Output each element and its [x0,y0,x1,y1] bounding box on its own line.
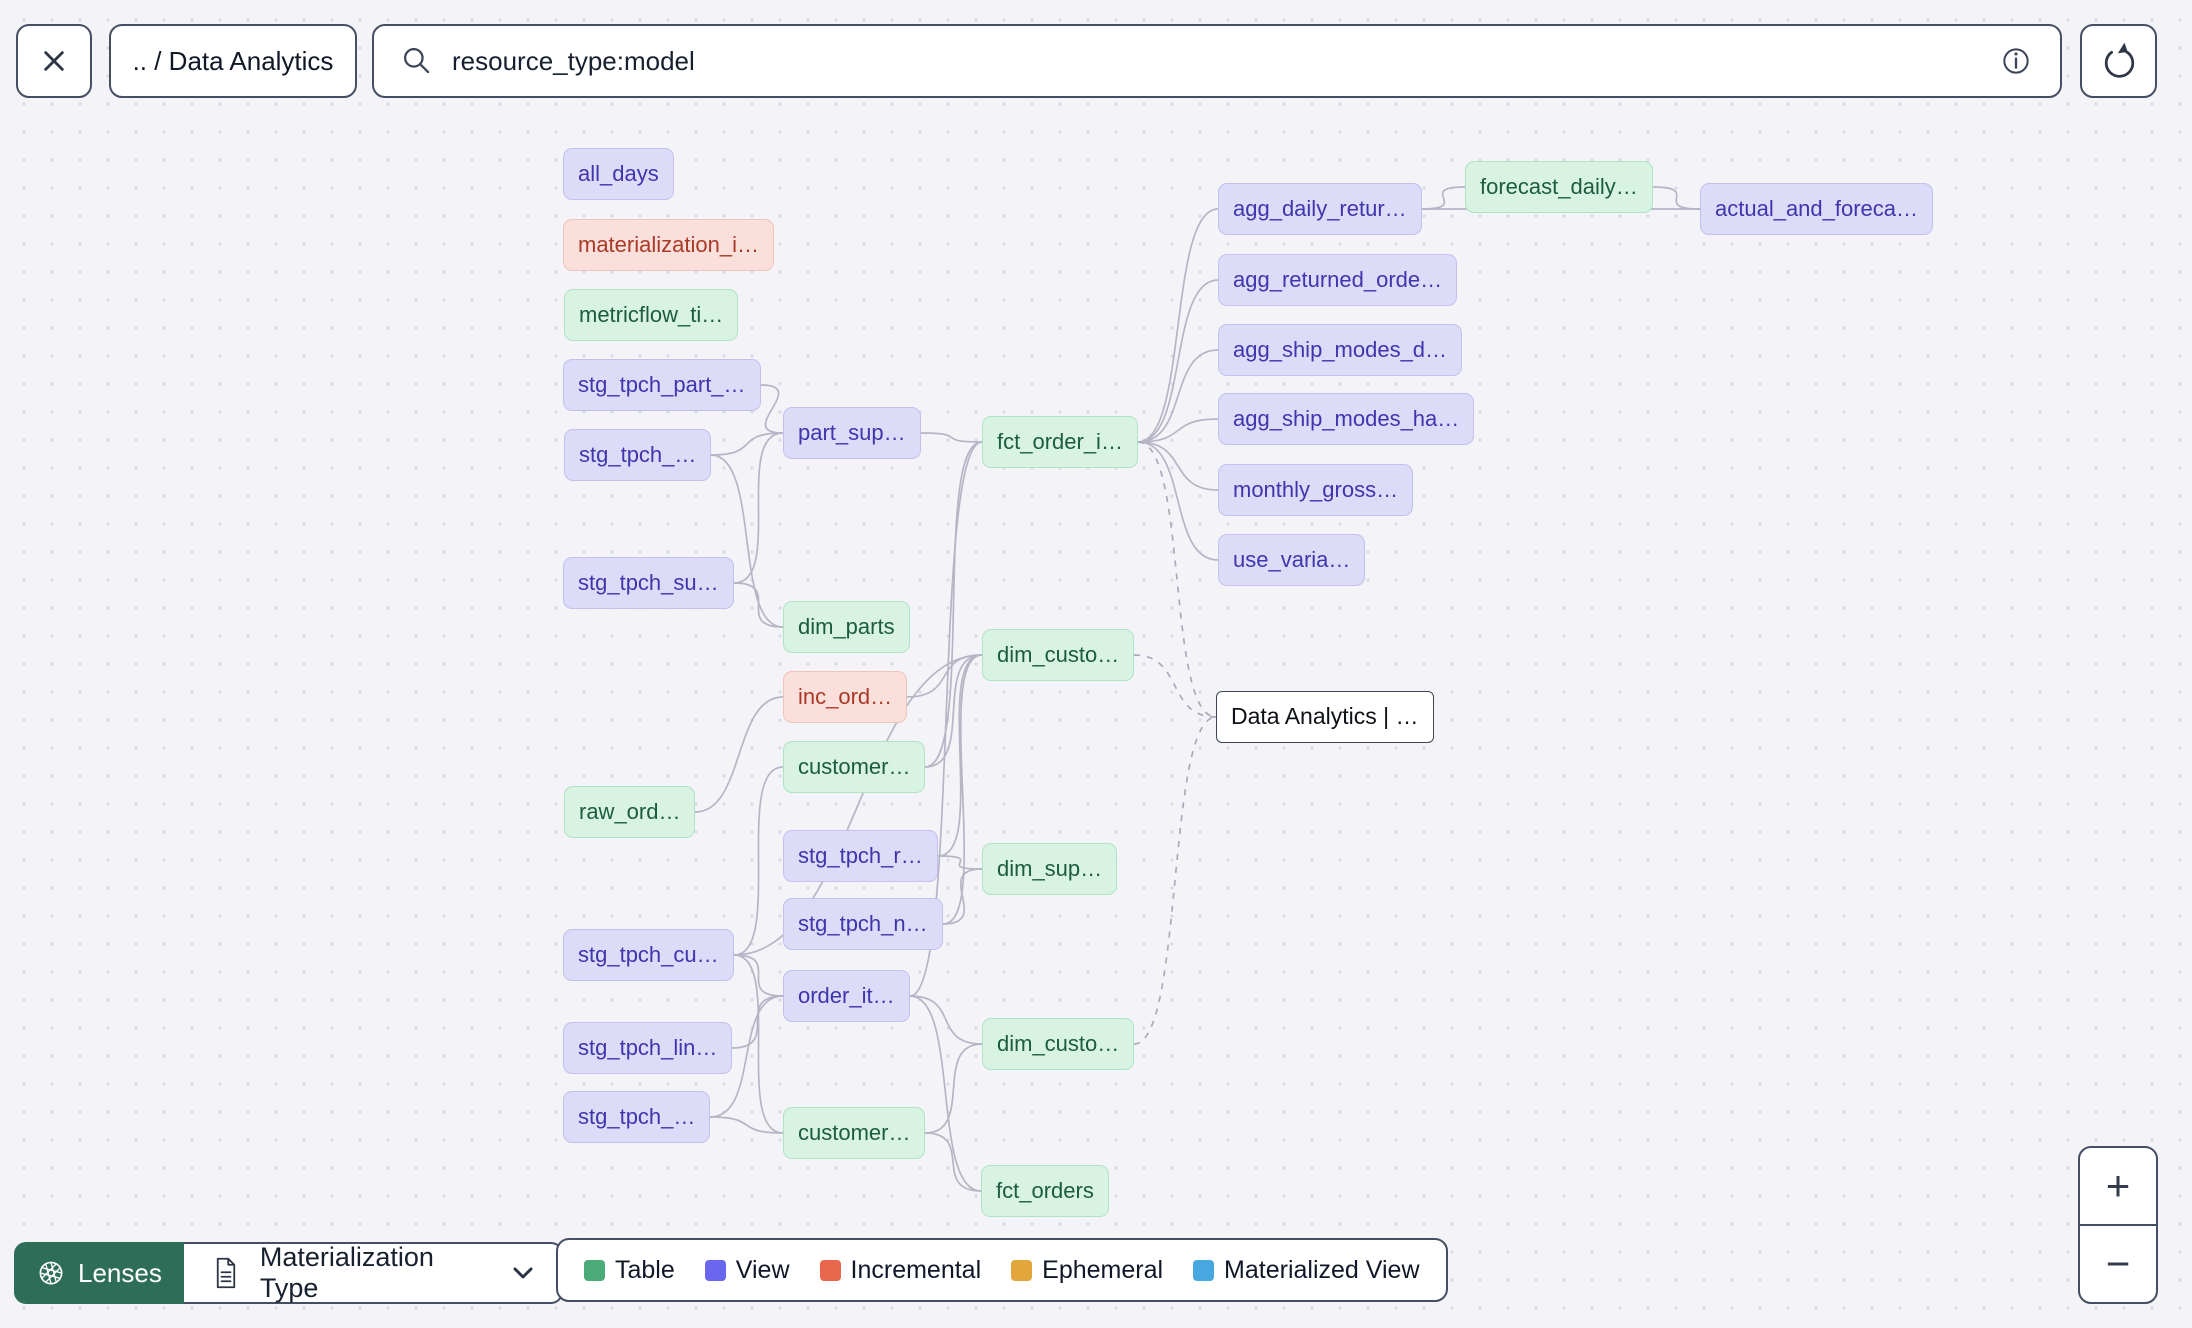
legend-swatch [819,1259,841,1281]
close-icon [34,41,74,81]
graph-node-stg_tpch_su[interactable]: stg_tpch_su… [563,557,734,609]
edge-stg_tpch_cu-to-customer_1 [733,766,784,956]
search-bar[interactable] [372,24,2062,98]
edge-dim_custo_2-to-data_analytics [1133,716,1217,1045]
edge-raw_ord-to-inc_ord [694,696,784,813]
graph-node-raw_ord[interactable]: raw_ord… [564,786,696,838]
lenses-button[interactable]: Lenses [14,1242,184,1304]
edge-stg_tpch_su-to-dim_parts [733,582,784,628]
graph-node-metricflow_ti[interactable]: metricflow_ti… [564,289,739,341]
graph-node-stg_tpch_r[interactable]: stg_tpch_r… [783,830,938,882]
zoom-in-button[interactable]: + [2080,1148,2156,1224]
graph-node-order_it[interactable]: order_it… [783,970,910,1022]
graph-node-monthly_gross[interactable]: monthly_gross… [1218,464,1414,516]
edge-stg_tpch_part-to-part_sup [760,384,784,434]
chevron-down-icon [509,1259,537,1287]
zoom-control: + − [2078,1146,2158,1304]
refresh-icon [2097,39,2141,83]
edge-stg_tpch_n-to-dim_custo_1 [942,654,983,925]
graph-node-fct_order_i[interactable]: fct_order_i… [982,416,1138,468]
legend-item-table: Table [584,1256,675,1285]
graph-node-stg_tpch_lin[interactable]: stg_tpch_lin… [563,1022,733,1074]
edge-order_it-to-dim_custo_2 [909,995,983,1045]
close-button[interactable] [16,24,92,98]
toolbar: .. / Data Analytics [0,0,2192,120]
graph-node-stg_tpch_n[interactable]: stg_tpch_n… [783,898,943,950]
edge-stg_tpch_cu-to-order_it [733,954,784,997]
legend-swatch [584,1259,605,1281]
search-icon [398,42,436,80]
refresh-button[interactable] [2080,24,2157,98]
search-input[interactable] [452,45,1980,77]
zoom-out-button[interactable]: − [2080,1226,2156,1302]
graph-node-agg_daily_retur[interactable]: agg_daily_retur… [1218,183,1422,235]
edge-customer_1-to-dim_custo_1 [924,654,983,768]
graph-node-stg_tpch_cu[interactable]: stg_tpch_cu… [563,929,734,981]
legend-swatch [1193,1259,1215,1281]
graph-node-stg_tpch_b[interactable]: stg_tpch_… [563,1091,711,1143]
document-icon [208,1255,244,1291]
graph-node-forecast_daily[interactable]: forecast_daily… [1465,161,1653,213]
legend-label: View [735,1255,790,1284]
edge-part_sup-to-fct_order_i [920,432,983,443]
graph-node-use_varia[interactable]: use_varia… [1218,534,1366,586]
edge-agg_daily_retur-to-forecast_daily [1421,186,1466,210]
graph-node-inc_ord[interactable]: inc_ord… [783,671,908,723]
graph-node-fct_orders[interactable]: fct_orders [981,1165,1109,1217]
graph-node-agg_ship_modes_ha[interactable]: agg_ship_modes_ha… [1218,393,1475,445]
graph-node-customer_1[interactable]: customer… [783,741,926,793]
edge-stg_tpch_b-to-customer_2 [709,1116,784,1134]
lens-selector-value: Materialization Type [259,1242,434,1303]
graph-node-dim_custo_2[interactable]: dim_custo… [982,1018,1135,1070]
info-icon[interactable] [1996,41,2036,81]
edge-stg_tpch_n-to-dim_sup [942,868,983,925]
legend-item-ephemeral: Ephemeral [1011,1256,1163,1285]
legend-item-view: View [704,1255,790,1285]
legend-swatch [704,1259,726,1281]
edge-fct_order_i-to-use_varia [1137,441,1219,561]
graph-node-stg_tpch_a[interactable]: stg_tpch_… [564,429,712,481]
graph-node-dim_parts[interactable]: dim_parts [783,601,910,653]
graph-node-actual_and_foreca[interactable]: actual_and_foreca… [1700,183,1934,235]
legend-label: Table [615,1255,675,1284]
graph-node-data_analytics[interactable]: Data Analytics | … [1216,691,1434,743]
graph-node-dim_custo_1[interactable]: dim_custo… [982,629,1135,681]
edge-forecast_daily-to-actual_and_foreca [1652,186,1701,210]
lenses-button-label: Lenses [78,1257,162,1288]
legend-item-incremental: Incremental [819,1255,982,1285]
edge-customer_2-to-dim_custo_2 [924,1043,983,1134]
edge-fct_order_i-to-agg_returned_orde [1137,279,1219,443]
lineage-canvas[interactable]: all_days materialization_i… metricflow_ti…… [0,0,2192,1328]
edge-dim_custo_1-to-data_analytics [1133,654,1217,718]
graph-node-part_sup[interactable]: part_sup… [783,407,921,459]
legend-item-materialized-view: Materialized View [1193,1255,1420,1285]
edge-order_it-to-fct_orders [909,995,982,1192]
edge-customer_2-to-fct_orders [924,1132,982,1192]
edge-fct_order_i-to-data_analytics [1137,441,1217,718]
graph-node-agg_returned_orde[interactable]: agg_returned_orde… [1218,254,1458,306]
legend-label: Ephemeral [1042,1255,1164,1284]
lenses-group: Lenses Materialization Type [14,1242,563,1304]
aperture-icon [36,1258,66,1288]
graph-node-materialization_i[interactable]: materialization_i… [563,219,774,271]
legend: Table View Incremental Ephemeral Materialize… [556,1238,1448,1302]
legend-label: Incremental [850,1255,982,1284]
legend-swatch [1011,1259,1033,1281]
edge-fct_order_i-to-agg_daily_retur [1137,208,1219,443]
edge-stg_tpch_r-to-dim_sup [937,855,983,870]
lens-selector[interactable]: Materialization Type [183,1242,563,1304]
graph-node-stg_tpch_part[interactable]: stg_tpch_part_… [563,359,761,411]
legend-label: Materialized View [1224,1255,1420,1284]
graph-node-customer_2[interactable]: customer… [783,1107,926,1159]
graph-node-dim_sup[interactable]: dim_sup… [982,843,1118,895]
breadcrumb[interactable]: .. / Data Analytics [109,24,357,98]
graph-node-all_days[interactable]: all_days [563,148,674,200]
graph-node-agg_ship_modes_d[interactable]: agg_ship_modes_d… [1218,324,1463,376]
